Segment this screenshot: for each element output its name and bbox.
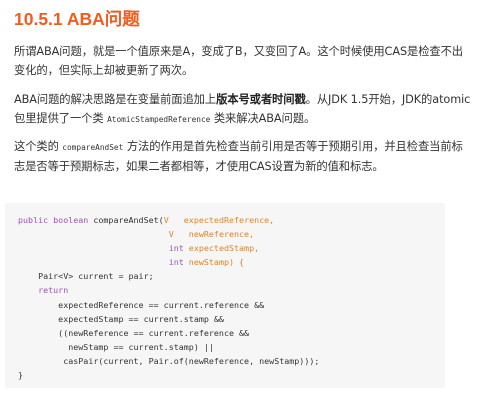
code-param: expectedStamp, <box>183 243 260 254</box>
code-line: public boolean compareAndSet(V expectedR… <box>18 213 319 227</box>
code-line: Pair<V> current = pair; <box>18 271 154 282</box>
code-param: expectedReference, <box>168 215 275 225</box>
inline-code-method-name: compareAndSet <box>62 143 124 152</box>
paragraph-text: 类来解决ABA问题。 <box>213 112 316 125</box>
inline-code-class-name: AtomicStampedReference <box>107 115 211 124</box>
paragraph-aba-definition: 所谓ABA问题，就是一个值原来是A，变成了B，又变回了A。这个时候使用CAS是检… <box>14 45 463 77</box>
code-line: ((newReference == current.reference && <box>18 327 250 338</box>
document-page: 10.5.1 ABA问题 所谓ABA问题，就是一个值原来是A，变成了B，又变回了… <box>14 6 472 176</box>
paragraph-aba-solution: ABA问题的解决思路是在变量前面追加上版本号或者时间戳。从JDK 1.5开始，J… <box>14 90 472 129</box>
paragraph-text: 这个类的 <box>14 140 59 153</box>
code-line: casPair(current, Pair.of(newReference, n… <box>18 355 320 366</box>
code-param: newStamp) { <box>183 257 245 268</box>
paragraph-compare-and-set: 这个类的 compareAndSet 方法的作用是首先检查当前引用是否等于预期引… <box>14 137 472 176</box>
code-line: V newReference, <box>18 227 319 241</box>
code-line: return <box>18 283 319 297</box>
section-heading: 10.5.1 ABA问题 <box>14 9 140 29</box>
code-line: int expectedStamp, <box>18 241 319 255</box>
bold-text-version-stamp: 版本号或者时间戳 <box>216 93 306 106</box>
code-line: expectedReference == current.reference &… <box>18 299 265 310</box>
code-line: int newStamp) { <box>18 255 319 269</box>
code-param: newReference, <box>173 229 255 240</box>
code-keyword: public boolean <box>18 215 89 225</box>
code-type: int <box>168 257 184 268</box>
code-line: newStamp == current.stamp) || <box>18 341 214 352</box>
code-listing: public boolean compareAndSet(V expectedR… <box>18 213 319 382</box>
code-line: } <box>18 370 24 381</box>
code-text: compareAndSet( <box>88 215 164 225</box>
code-keyword: return <box>38 285 69 296</box>
code-type: int <box>168 243 184 254</box>
paragraph-text: ABA问题的解决思路是在变量前面追加上 <box>14 93 217 106</box>
code-block: public boolean compareAndSet(V expectedR… <box>5 203 445 388</box>
code-line: expectedStamp == current.stamp && <box>18 313 224 324</box>
